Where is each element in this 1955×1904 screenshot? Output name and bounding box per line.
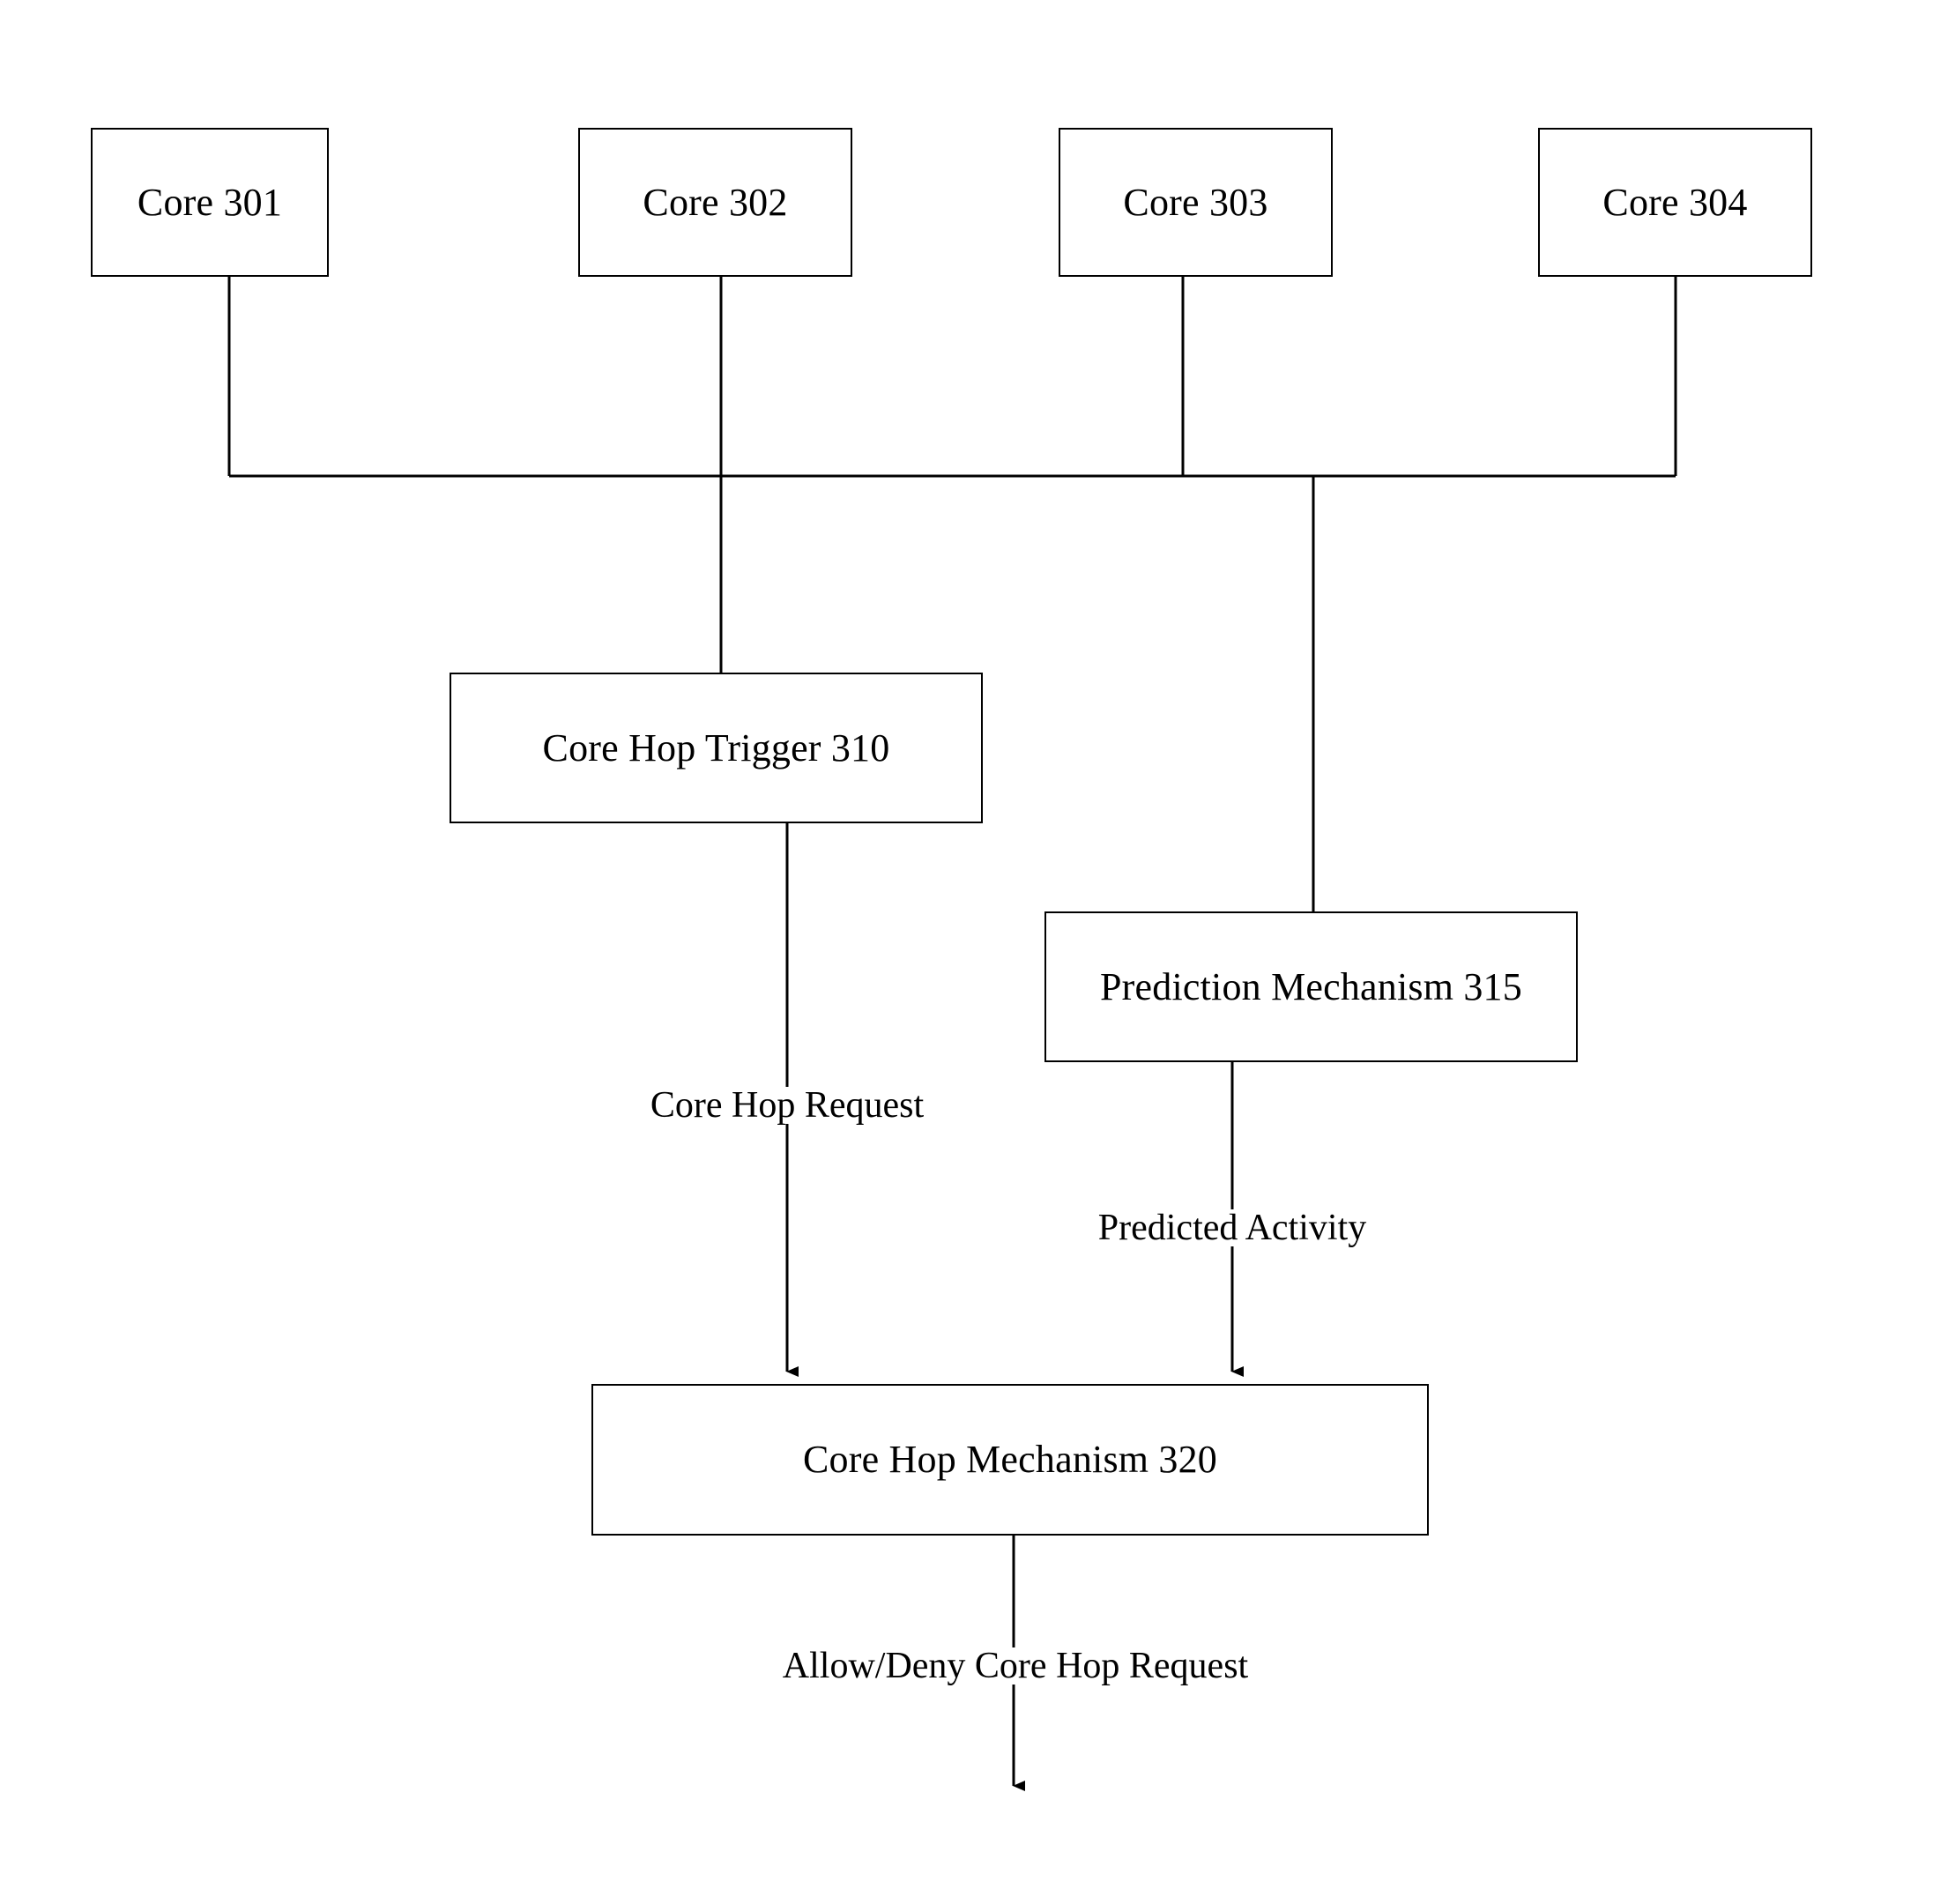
node-core-303[interactable]: Core 303 xyxy=(1059,128,1333,277)
edge-label-core-hop-request-text: Core Hop Request xyxy=(650,1085,925,1126)
node-core-304[interactable]: Core 304 xyxy=(1538,128,1812,277)
node-prediction-mechanism-315[interactable]: Prediction Mechanism 315 xyxy=(1044,911,1578,1062)
node-core-301-label: Core 301 xyxy=(137,180,283,224)
diagram-canvas: Core 301 Core 302 Core 303 Core 304 Core… xyxy=(0,0,1955,1904)
edge-label-allow-deny-core-hop-request: Allow/Deny Core Hop Request xyxy=(777,1646,1254,1686)
node-core-304-label: Core 304 xyxy=(1602,180,1748,224)
node-core-hop-mechanism-320[interactable]: Core Hop Mechanism 320 xyxy=(591,1384,1429,1536)
node-core-hop-trigger-310-label: Core Hop Trigger 310 xyxy=(542,725,890,770)
edge-label-core-hop-request: Core Hop Request xyxy=(644,1085,930,1126)
node-core-hop-trigger-310[interactable]: Core Hop Trigger 310 xyxy=(450,673,983,823)
node-core-303-label: Core 303 xyxy=(1123,180,1268,224)
node-core-302-label: Core 302 xyxy=(643,180,788,224)
edge-label-predicted-activity-text: Predicted Activity xyxy=(1097,1208,1367,1248)
node-prediction-mechanism-315-label: Prediction Mechanism 315 xyxy=(1100,964,1522,1008)
edge-label-predicted-activity: Predicted Activity xyxy=(1092,1208,1372,1248)
edge-label-allow-deny-core-hop-request-text: Allow/Deny Core Hop Request xyxy=(782,1646,1249,1686)
node-core-302[interactable]: Core 302 xyxy=(578,128,852,277)
node-core-hop-mechanism-320-label: Core Hop Mechanism 320 xyxy=(803,1438,1217,1481)
node-core-301[interactable]: Core 301 xyxy=(91,128,329,277)
diagram-connectors xyxy=(227,276,1677,1791)
